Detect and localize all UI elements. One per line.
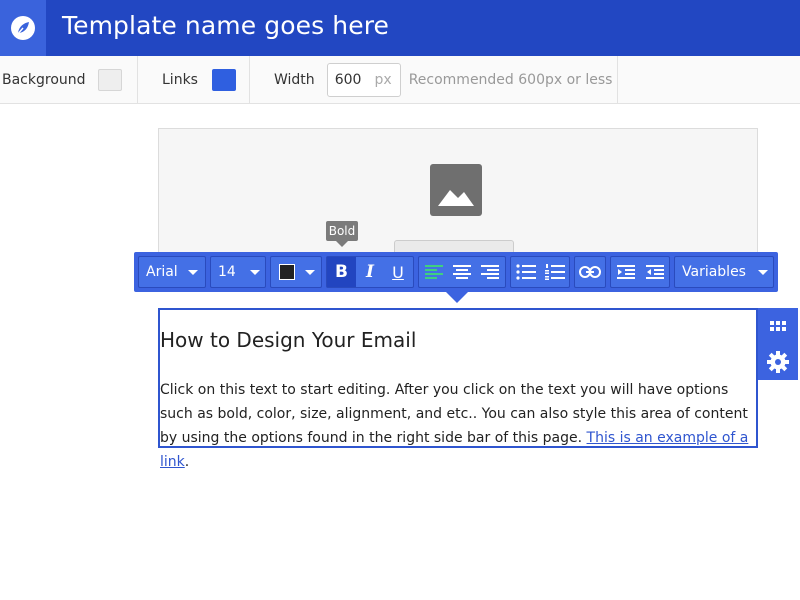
width-label: Width <box>274 71 315 88</box>
bold-icon: B <box>335 262 348 282</box>
indent-icon <box>616 265 635 279</box>
text-style-group: B I U <box>326 256 414 288</box>
align-center-icon <box>453 265 471 279</box>
divider <box>137 56 138 103</box>
links-color-swatch[interactable] <box>211 68 236 91</box>
width-value: 600 <box>334 71 362 88</box>
bulleted-list-icon <box>515 264 536 280</box>
background-setting: Background <box>2 56 122 103</box>
link-group <box>574 256 606 288</box>
grid-dots-icon <box>770 321 786 331</box>
indent-group <box>610 256 670 288</box>
text-color-swatch <box>279 264 295 280</box>
width-input[interactable]: 600 px <box>326 62 401 97</box>
divider <box>617 56 618 103</box>
text-color-dropdown[interactable] <box>270 256 322 288</box>
align-center-button[interactable] <box>448 257 476 287</box>
leaf-logo-icon <box>11 16 35 40</box>
numbered-list-icon <box>544 264 565 280</box>
underline-button[interactable]: U <box>384 257 412 287</box>
image-placeholder-icon[interactable] <box>430 164 482 216</box>
content-heading[interactable]: How to Design Your Email <box>160 328 416 352</box>
chevron-down-icon <box>305 269 315 275</box>
width-setting: Width 600 px Recommended 600px or less <box>274 56 612 103</box>
font-family-value: Arial <box>146 264 178 280</box>
variables-label: Variables <box>682 264 746 280</box>
numbered-list-button[interactable] <box>540 257 569 287</box>
template-settings-bar: Background Links Width 600 px Recommende… <box>0 56 800 104</box>
background-label: Background <box>2 71 86 88</box>
divider <box>249 56 250 103</box>
outdent-icon <box>645 265 664 279</box>
content-paragraph[interactable]: Click on this text to start editing. Aft… <box>160 378 756 474</box>
font-size-value: 14 <box>218 264 236 280</box>
block-settings-button[interactable] <box>758 344 798 380</box>
italic-button[interactable]: I <box>356 257 384 287</box>
align-left-button[interactable] <box>419 257 448 287</box>
paragraph-end: . <box>184 454 190 470</box>
bold-tooltip: Bold <box>326 221 358 241</box>
list-group <box>510 256 570 288</box>
toolbar-pointer <box>446 292 468 303</box>
chevron-down-icon <box>187 269 198 275</box>
chevron-down-icon <box>757 269 768 275</box>
italic-icon: I <box>366 262 374 282</box>
background-color-swatch[interactable] <box>97 68 122 91</box>
bulleted-list-button[interactable] <box>511 257 540 287</box>
links-setting: Links <box>162 56 236 103</box>
alignment-group <box>418 256 506 288</box>
text-format-toolbar: Arial 14 B I U Variables <box>134 252 778 292</box>
gear-icon <box>767 351 789 373</box>
insert-link-button[interactable] <box>575 257 605 287</box>
indent-button[interactable] <box>611 257 640 287</box>
bold-button[interactable]: B <box>327 257 356 287</box>
app-header: Template name goes here <box>0 0 800 56</box>
width-hint: Recommended 600px or less <box>408 71 613 88</box>
outdent-button[interactable] <box>640 257 669 287</box>
link-icon <box>579 266 601 278</box>
links-label: Links <box>162 71 198 88</box>
font-size-dropdown[interactable]: 14 <box>210 256 266 288</box>
width-unit: px <box>374 71 392 88</box>
underline-icon: U <box>392 262 404 282</box>
chevron-down-icon <box>249 269 260 275</box>
tooltip-pointer <box>336 241 348 247</box>
align-left-icon <box>424 265 443 279</box>
template-name[interactable]: Template name goes here <box>62 11 389 40</box>
logo[interactable] <box>0 0 46 56</box>
align-right-icon <box>481 265 499 279</box>
align-right-button[interactable] <box>476 257 504 287</box>
block-handle-button[interactable] <box>758 308 798 344</box>
font-family-dropdown[interactable]: Arial <box>138 256 206 288</box>
variables-dropdown[interactable]: Variables <box>674 256 774 288</box>
